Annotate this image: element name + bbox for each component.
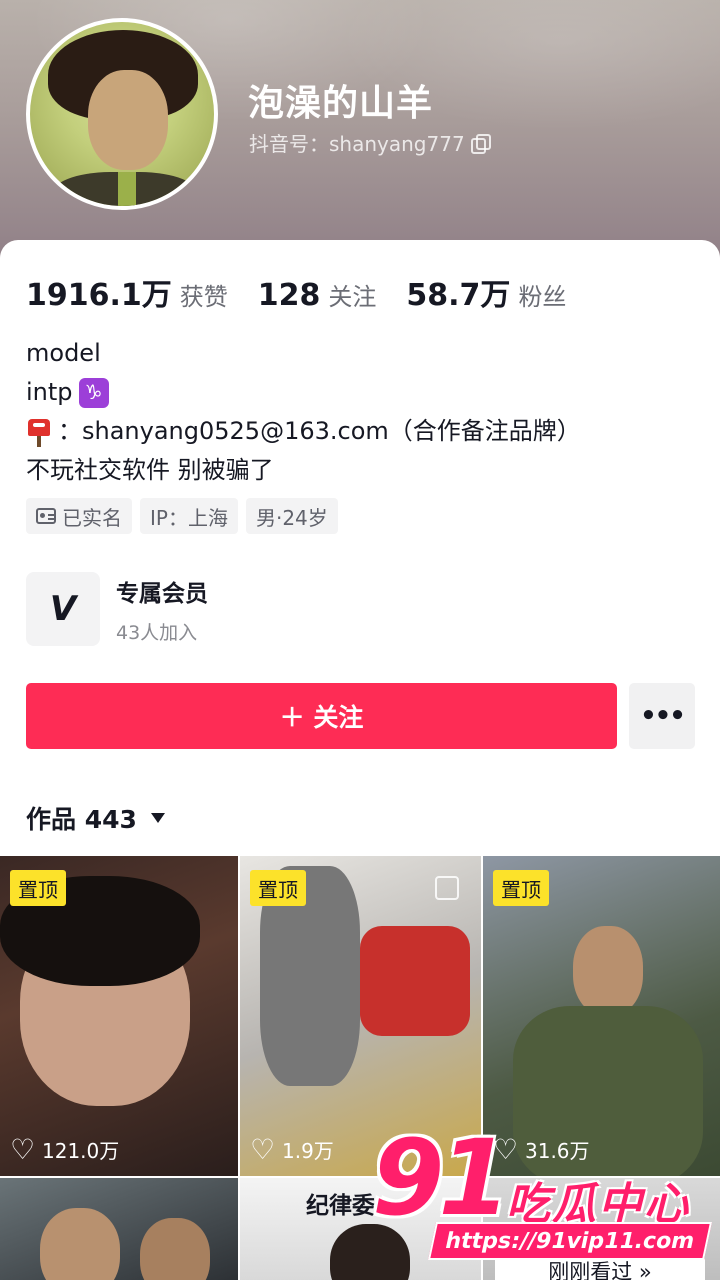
video-title-text: 纪律委 [306, 1193, 375, 1219]
caret-down-icon [150, 813, 165, 823]
profile-tags: 已实名 IP：上海 男·24岁 [26, 498, 338, 534]
pinned-badge: 置顶 [10, 870, 66, 906]
watermark-number: 91 [372, 1117, 511, 1239]
video-tile[interactable]: 置顶 121.0万 [0, 856, 238, 1176]
membership-count: 43人加入 [116, 621, 198, 644]
tag-verified[interactable]: 已实名 [26, 498, 132, 534]
video-likes-count: 1.9万 [282, 1139, 334, 1163]
profile-card: 1916.1万 获赞 128 关注 58.7万 粉丝 model intp ♑ … [0, 240, 720, 1280]
stat-likes[interactable]: 1916.1万 获赞 [26, 270, 228, 314]
tag-ip: IP：上海 [140, 498, 238, 534]
bio-mbti: intp [26, 378, 73, 406]
stat-likes-number: 1916.1万 [26, 278, 172, 313]
video-likes-count: 121.0万 [42, 1139, 120, 1163]
avatar-tie [118, 172, 136, 206]
works-tab[interactable]: 作品 443 [26, 800, 165, 836]
copy-icon[interactable] [470, 133, 491, 154]
works-label: 作品 443 [26, 805, 137, 834]
douyin-id-text: 抖音号：shanyang777 [249, 132, 465, 156]
stat-following[interactable]: 128 关注 [258, 277, 377, 313]
stats-row: 1916.1万 获赞 128 关注 58.7万 粉丝 [26, 270, 596, 314]
video-thumbnail-figure [40, 1208, 120, 1280]
more-options-button[interactable]: ••• [629, 683, 695, 749]
stat-followers-label: 粉丝 [518, 283, 567, 311]
video-tile[interactable] [0, 1178, 238, 1280]
bio: model intp ♑ ：shanyang0525@163.com（合作备注品… [26, 334, 581, 490]
stat-following-label: 关注 [328, 283, 377, 311]
stat-followers[interactable]: 58.7万 粉丝 [406, 270, 566, 314]
membership-icon: V [26, 572, 100, 646]
video-thumbnail-figure [573, 926, 643, 1016]
bio-line-3: ：shanyang0525@163.com（合作备注品牌） [26, 412, 581, 451]
stat-followers-number: 58.7万 [406, 278, 511, 313]
douyin-id[interactable]: 抖音号：shanyang777 [249, 128, 491, 157]
bio-email: ：shanyang0525@163.com（合作备注品牌） [58, 417, 581, 445]
nickname: 泡澡的山羊 [248, 83, 434, 124]
pinned-badge: 置顶 [250, 870, 306, 906]
video-thumbnail-figure-2 [140, 1218, 210, 1280]
watermark-url: https://91vip11.com [427, 1222, 713, 1260]
bio-line-2: intp ♑ [26, 373, 581, 412]
avatar[interactable] [26, 18, 218, 210]
membership-text: 专属会员 43人加入 [116, 574, 208, 645]
mailbox-icon [26, 417, 52, 447]
bio-line-1: model [26, 339, 101, 367]
capricorn-icon: ♑ [78, 377, 109, 408]
id-card-icon [36, 508, 56, 524]
watermark-logo: 91 吃瓜中心 https://91vip11.com [372, 1117, 713, 1266]
heart-icon [250, 1133, 275, 1166]
profile-header: 泡澡的山羊 抖音号：shanyang777 [0, 0, 720, 270]
exclusive-membership[interactable]: V 专属会员 43人加入 [26, 572, 208, 646]
bio-line-4: 不玩社交软件 别被骗了 [26, 456, 274, 484]
membership-title: 专属会员 [116, 580, 208, 607]
select-checkbox[interactable] [435, 876, 459, 900]
pinned-badge: 置顶 [493, 870, 549, 906]
video-likes: 1.9万 [250, 1133, 334, 1166]
tag-gender-age: 男·24岁 [245, 498, 338, 534]
video-likes: 121.0万 [10, 1133, 120, 1166]
heart-icon [10, 1133, 35, 1166]
video-thumbnail-magazine [360, 926, 470, 1036]
stat-likes-label: 获赞 [179, 283, 228, 311]
stat-following-number: 128 [257, 278, 321, 313]
tag-verified-label: 已实名 [62, 505, 122, 530]
follow-button[interactable]: ＋ 关注 [26, 683, 617, 749]
avatar-face [88, 70, 168, 170]
